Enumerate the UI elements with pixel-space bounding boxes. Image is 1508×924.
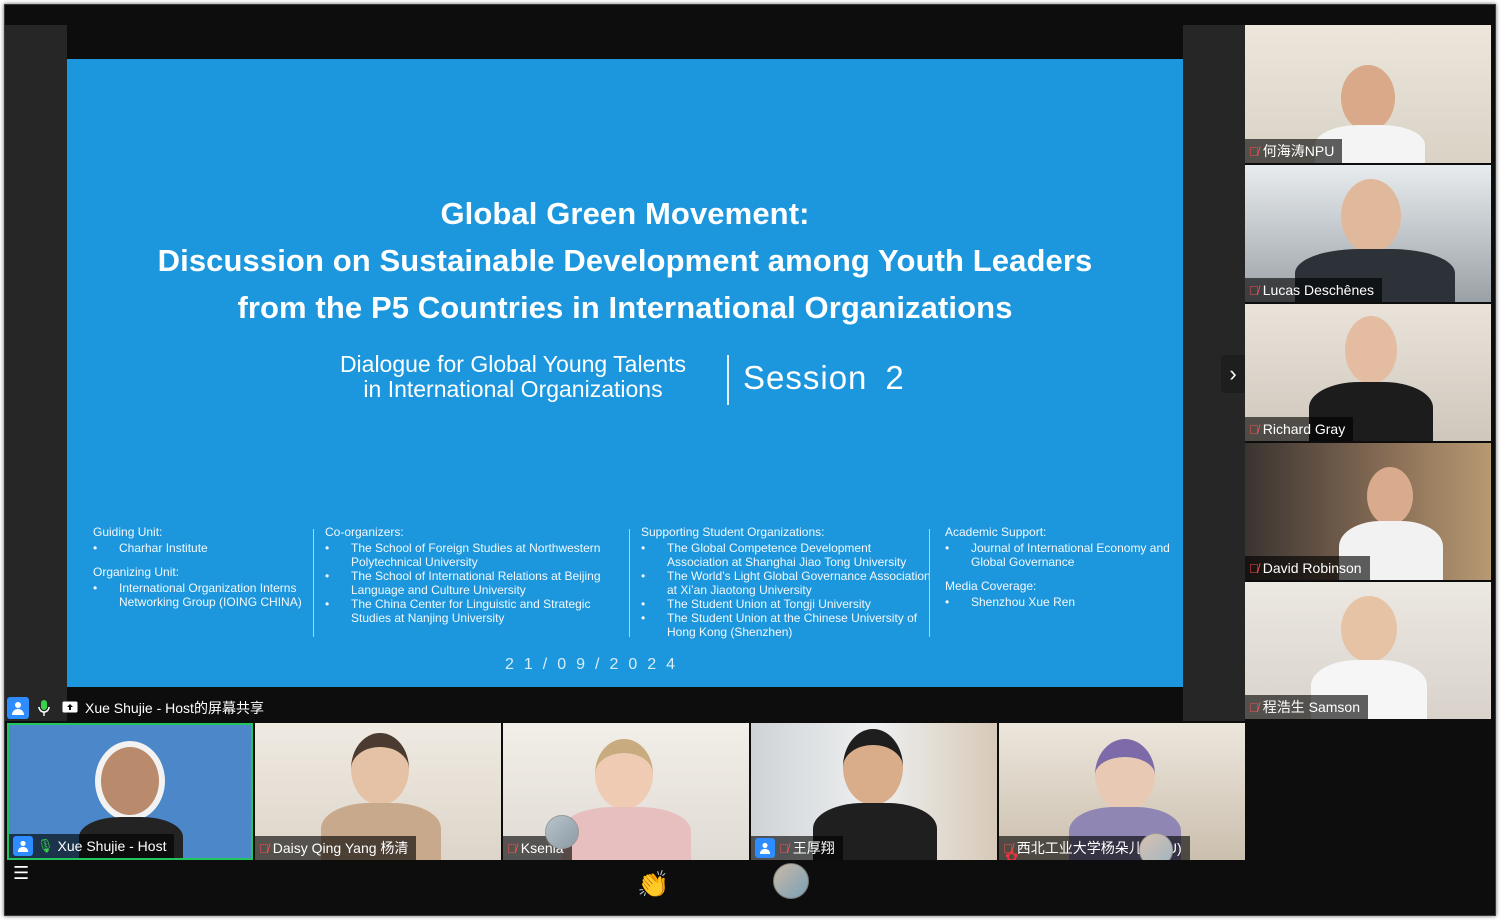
participant-tile[interactable]: 🎙̸ 王厚翔 [751, 723, 997, 860]
academic-item: Journal of International Economy and Glo… [945, 541, 1183, 569]
participant-tile[interactable]: 🎙̸ 西北工业大学杨朵儿(NPU) ✿ [999, 723, 1245, 860]
participant-name: Richard Gray [1262, 421, 1346, 437]
supporting-item: The Student Union at the Chinese Univers… [641, 611, 931, 639]
slide-title-line-3: from the P5 Countries in International O… [237, 290, 1013, 325]
avatar [773, 863, 809, 899]
participant-tile-active-speaker[interactable]: 🎙 Xue Shujie - Host [7, 723, 253, 860]
participant-name-tag: 🎙 Xue Shujie - Host [9, 834, 175, 858]
avatar [545, 815, 579, 849]
participant-video [1367, 467, 1413, 525]
mic-muted-icon: 🎙̸ [779, 840, 789, 856]
share-banner-label: Xue Shujie - Host的屏幕共享 [85, 700, 264, 716]
participant-tile[interactable]: 🎙̸ David Robinson [1245, 443, 1491, 580]
participant-video [1341, 596, 1397, 662]
session-number: 2 [885, 359, 905, 396]
academic-column: Academic Support: Journal of Internation… [945, 525, 1183, 619]
participant-name: David Robinson [1262, 560, 1362, 576]
mic-on-icon: 🎙 [37, 838, 54, 853]
supporting-item: The World’s Light Global Governance Asso… [641, 569, 931, 597]
co-organizers-head: Co-organizers: [325, 525, 404, 539]
academic-head: Academic Support: [945, 525, 1047, 539]
subtitle-divider [727, 355, 729, 405]
participant-tile[interactable]: 🎙̸ 程浩生 Samson [1245, 582, 1491, 719]
next-page-chevron-icon[interactable]: › [1221, 355, 1245, 393]
participant-video [1345, 316, 1397, 384]
participant-video [843, 729, 903, 805]
participant-video-body [561, 807, 691, 860]
participant-name: Lucas Deschênes [1262, 282, 1375, 298]
session-word: Session [743, 359, 868, 396]
mic-muted-icon: 🎙̸ [1249, 699, 1259, 715]
organizing-head: Organizing Unit: [93, 565, 180, 579]
mic-muted-icon: 🎙̸ [259, 840, 269, 856]
microphone-icon [33, 697, 55, 719]
screen-share-icon [59, 697, 81, 719]
mic-muted-icon: 🎙̸ [1249, 143, 1259, 159]
co-organizers-column: Co-organizers: The School of Foreign Stu… [325, 525, 615, 635]
participant-name-tag: 🎙̸ Richard Gray [1245, 417, 1354, 441]
dialogue-line-1: Dialogue for Global Young Talents [339, 351, 687, 377]
meeting-window: Global Green Movement: Discussion on Sus… [4, 4, 1496, 916]
participant-name-tag: 🎙̸ Daisy Qing Yang 杨清 [255, 836, 417, 860]
participant-video [351, 733, 409, 805]
supporting-item: The Student Union at Tongji University [641, 597, 931, 611]
mic-muted-icon: 🎙̸ [1249, 282, 1259, 298]
media-item: Shenzhou Xue Ren [945, 595, 1183, 609]
participant-video [1341, 179, 1401, 253]
guiding-column: Guiding Unit: Charhar Institute Organizi… [93, 525, 308, 619]
participant-video [1095, 739, 1155, 811]
participant-video [595, 739, 653, 809]
person-icon [7, 697, 29, 719]
column-divider [313, 529, 314, 637]
shared-screen-slide: Global Green Movement: Discussion on Sus… [67, 59, 1183, 687]
participant-name: 何海涛NPU [1262, 143, 1335, 159]
dialogue-line-2: in International Organizations [363, 376, 663, 402]
media-head: Media Coverage: [945, 579, 1037, 593]
participant-tile[interactable]: 🎙̸ Ksenia [503, 723, 749, 860]
participant-name-tag: 🎙̸ 王厚翔 [751, 836, 843, 860]
person-icon [13, 836, 33, 856]
column-divider [629, 529, 630, 637]
slide-title-line-2: Discussion on Sustainable Development am… [157, 243, 1093, 278]
supporting-column: Supporting Student Organizations: The Gl… [641, 525, 931, 649]
participant-tile[interactable]: 🎙̸ Lucas Deschênes [1245, 165, 1491, 302]
participant-name: Xue Shujie - Host [57, 838, 167, 854]
participant-name: 程浩生 Samson [1262, 699, 1360, 715]
participant-name: 王厚翔 [792, 840, 835, 856]
participant-name-tag: 🎙̸ 何海涛NPU [1245, 139, 1343, 163]
share-left-margin [5, 25, 67, 721]
person-icon [755, 838, 775, 858]
menu-list-icon[interactable]: ☰ [13, 863, 29, 884]
guiding-head: Guiding Unit: [93, 525, 163, 539]
dialogue-subtitle: Dialogue for Global Young Talents in Int… [317, 352, 709, 402]
participant-tile[interactable]: 🎙̸ Daisy Qing Yang 杨清 [255, 723, 501, 860]
supporting-item: The Global Competence Development Associ… [641, 541, 931, 569]
participant-name: Daisy Qing Yang 杨清 [272, 840, 409, 856]
participant-name-tag: 🎙̸ Lucas Deschênes [1245, 278, 1383, 302]
organizing-item: International Organization Interns Netwo… [93, 581, 308, 609]
share-banner[interactable]: Xue Shujie - Host的屏幕共享 [7, 695, 264, 721]
co-organizer-item: The School of International Relations at… [325, 569, 615, 597]
clap-reaction-icon: 👏 [637, 869, 670, 899]
mic-muted-icon: 🎙̸ [507, 840, 517, 856]
co-organizer-item: The School of Foreign Studies at Northwe… [325, 541, 615, 569]
participant-tile[interactable]: 🎙̸ 何海涛NPU [1245, 25, 1491, 163]
slide-title-line-1: Global Green Movement: [440, 196, 810, 231]
slide-date: 21/09/2024 [505, 656, 686, 673]
supporting-head: Supporting Student Organizations: [641, 525, 825, 539]
participant-name-tag: 🎙̸ 程浩生 Samson [1245, 695, 1368, 719]
column-divider [929, 529, 930, 637]
participant-name-tag: 🎙̸ David Robinson [1245, 556, 1370, 580]
participant-video [1341, 65, 1395, 131]
co-organizer-item: The China Center for Linguistic and Stra… [325, 597, 615, 625]
avatar [1139, 833, 1173, 860]
session-label: Session 2 [743, 359, 905, 397]
participant-tile[interactable]: 🎙̸ Richard Gray [1245, 304, 1491, 441]
flower-reaction-icon: ✿ [1005, 849, 1019, 860]
mic-muted-icon: 🎙̸ [1249, 421, 1259, 437]
guiding-item: Charhar Institute [93, 541, 308, 555]
participant-video [95, 741, 165, 821]
mic-muted-icon: 🎙̸ [1249, 560, 1259, 576]
